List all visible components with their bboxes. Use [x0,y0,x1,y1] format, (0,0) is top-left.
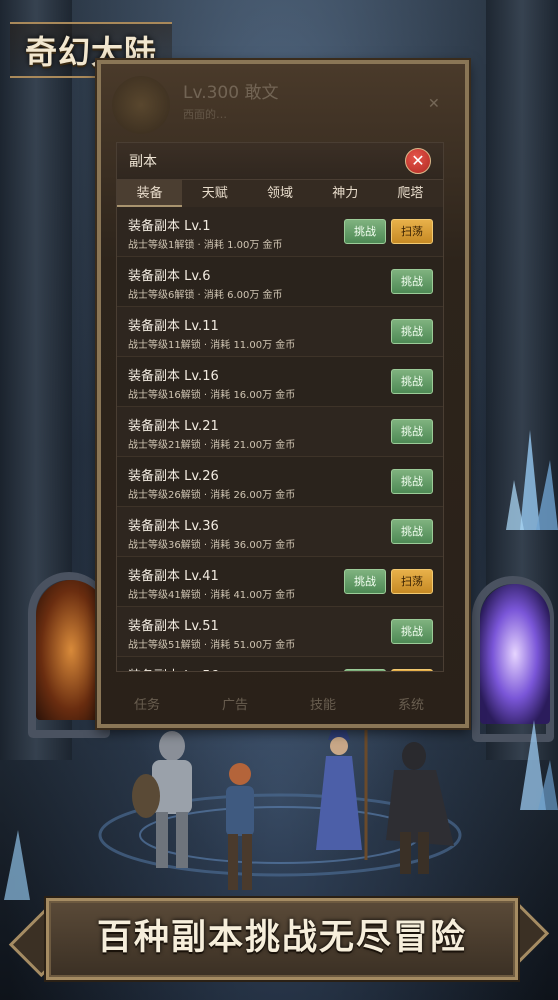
dungeon-list[interactable]: 装备副本 Lv.1 战士等级1解锁 · 消耗 1.00万 金币 挑战 扫荡 装备副本 L… [117,207,443,671]
challenge-button[interactable]: 挑战 [391,519,433,544]
left-portal [36,580,106,720]
sweep-button[interactable]: 扫荡 [391,219,433,244]
dungeon-row: 装备副本 Lv.6 战士等级6解锁 · 消耗 6.00万 金币 挑战 [117,257,443,307]
close-icon: ✕ [411,151,425,170]
dungeon-requirement: 战士等级41解锁 · 消耗 41.00万 金币 [128,590,296,601]
dungeon-title: 装备副本 Lv.56 [128,665,219,671]
tab-tower[interactable]: 爬塔 [378,180,443,207]
challenge-button[interactable]: 挑战 [391,419,433,444]
banner-plate: 百种副本挑战无尽冒险 [46,898,518,980]
dungeon-row: 装备副本 Lv.21 战士等级21解锁 · 消耗 21.00万 金币 挑战 [117,407,443,457]
dungeon-row: 装备副本 Lv.16 战士等级16解锁 · 消耗 16.00万 金币 挑战 [117,357,443,407]
nav-system: 系统 [397,697,424,713]
dungeon-row: 装备副本 Lv.36 战士等级36解锁 · 消耗 36.00万 金币 挑战 [117,507,443,557]
crystal-cluster-right [506,430,558,530]
dialog-title: 副本 [129,154,157,170]
knight-figure [132,731,192,868]
challenge-button[interactable]: 挑战 [391,619,433,644]
dungeon-requirement: 战士等级16解锁 · 消耗 16.00万 金币 [128,390,296,401]
dungeon-requirement: 战士等级21解锁 · 消耗 21.00万 金币 [128,440,296,451]
dialog-title-bar: 副本 ✕ [117,143,443,180]
sweep-button[interactable]: 扫荡 [391,669,433,671]
row-actions: 挑战 [391,619,433,644]
row-actions: 挑战扫荡 [344,219,433,244]
tab-equipment[interactable]: 装备 [117,180,183,207]
dungeon-row: 装备副本 Lv.56 挑战 扫荡 [117,657,443,671]
background-close-icon: ✕ [428,96,440,112]
row-actions: 挑战 [391,519,433,544]
dungeon-requirement: 战士等级11解锁 · 消耗 11.00万 金币 [128,340,296,351]
dungeon-title: 装备副本 Lv.1 [128,219,211,234]
row-actions: 挑战 [391,469,433,494]
nav-skill: 技能 [309,697,336,713]
dungeon-title: 装备副本 Lv.41 [128,569,219,584]
dungeon-title: 装备副本 Lv.21 [128,419,219,434]
dungeon-title: 装备副本 Lv.36 [128,519,219,534]
dungeon-row: 装备副本 Lv.1 战士等级1解锁 · 消耗 1.00万 金币 挑战 扫荡 [117,207,443,257]
sweep-button[interactable]: 扫荡 [391,569,433,594]
dungeon-row: 装备副本 Lv.11 战士等级11解锁 · 消耗 11.00万 金币 挑战 [117,307,443,357]
rogue-figure [386,742,454,874]
dungeon-title: 装备副本 Lv.11 [128,319,219,334]
row-actions: 挑战 [391,369,433,394]
dungeon-dialog: 副本 ✕ 装备 天赋 领域 神力 爬塔 装备副本 Lv.1 战士等级1解锁 · 消… [116,142,444,672]
player-subtitle: 西面的… [183,108,227,121]
challenge-button[interactable]: 挑战 [344,569,386,594]
dungeon-requirement: 战士等级6解锁 · 消耗 6.00万 金币 [128,290,283,301]
dungeon-row: 装备副本 Lv.41 战士等级41解锁 · 消耗 41.00万 金币 挑战 扫荡 [117,557,443,607]
row-actions: 挑战 [391,419,433,444]
dungeon-tabs: 装备 天赋 领域 神力 爬塔 [117,180,443,208]
row-actions: 挑战 扫荡 [344,669,433,671]
crystal-cluster-bottom-right [520,720,558,810]
row-actions: 挑战扫荡 [344,569,433,594]
elf-archer-figure [226,763,254,890]
dungeon-title: 装备副本 Lv.26 [128,469,219,484]
player-level-name: Lv.300 敢文 [183,83,279,103]
dungeon-requirement: 战士等级1解锁 · 消耗 1.00万 金币 [128,240,283,251]
row-actions: 挑战 [391,319,433,344]
banner-text: 百种副本挑战无尽冒险 [96,917,467,958]
dungeon-requirement: 战士等级51解锁 · 消耗 51.00万 金币 [128,640,296,651]
tab-domain[interactable]: 领域 [247,180,312,207]
nav-task: 任务 [133,697,160,713]
challenge-button[interactable]: 挑战 [391,369,433,394]
dungeon-row: 装备副本 Lv.51 战士等级51解锁 · 消耗 51.00万 金币 挑战 [117,607,443,657]
row-actions: 挑战 [391,269,433,294]
promo-banner: 百种副本挑战无尽冒险 [8,888,550,984]
wizard-figure [316,710,372,860]
challenge-button[interactable]: 挑战 [391,469,433,494]
challenge-button[interactable]: 挑战 [344,669,386,671]
tab-divine-power[interactable]: 神力 [313,180,378,207]
nav-ads: 广告 [221,697,248,713]
tab-talent[interactable]: 天赋 [182,180,247,207]
close-button[interactable]: ✕ [405,148,431,174]
challenge-button[interactable]: 挑战 [391,269,433,294]
dungeon-requirement: 战士等级36解锁 · 消耗 36.00万 金币 [128,540,296,551]
challenge-button[interactable]: 挑战 [344,219,386,244]
dungeon-title: 装备副本 Lv.51 [128,619,219,634]
player-avatar [112,76,170,134]
challenge-button[interactable]: 挑战 [391,319,433,344]
dungeon-row: 装备副本 Lv.26 战士等级26解锁 · 消耗 26.00万 金币 挑战 [117,457,443,507]
dungeon-title: 装备副本 Lv.6 [128,269,211,284]
bottom-nav: 任务 广告 技能 系统 [103,690,455,716]
dungeon-requirement: 战士等级26解锁 · 消耗 26.00万 金币 [128,490,296,501]
dungeon-title: 装备副本 Lv.16 [128,369,219,384]
